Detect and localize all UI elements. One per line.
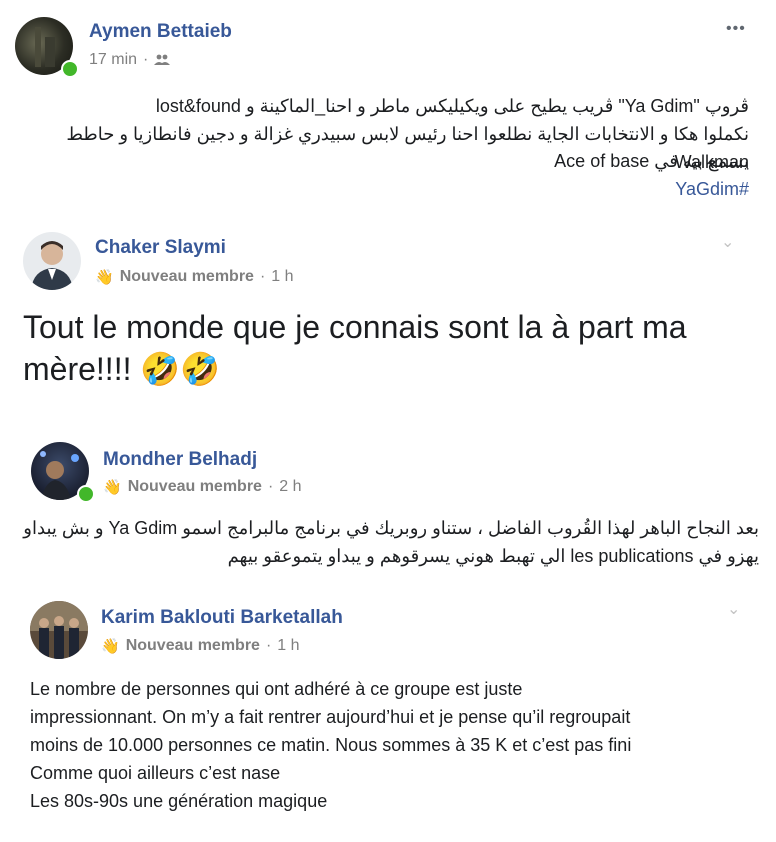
- comment-text-line-3: moins de 10.000 personnes ce matin. Nous…: [30, 735, 632, 755]
- comment-time[interactable]: 2 h: [279, 478, 301, 496]
- laughing-emoji-icon: 🤣🤣: [140, 351, 221, 387]
- chevron-down-icon[interactable]: ⌄: [727, 599, 740, 619]
- post-meta: 17 min ·: [89, 51, 171, 69]
- meta-separator: ·: [265, 637, 272, 654]
- comment-text-line-1: بعد النجاح الباهر لهذا القُروب الفاضل ، …: [23, 518, 759, 538]
- avatar-photo: [31, 241, 73, 290]
- more-options-icon[interactable]: •••: [726, 20, 746, 38]
- wave-hand-icon: 👋: [103, 479, 122, 496]
- comment-text-line-2: يهزو في les publications الي تهبط هوني ي…: [227, 546, 759, 566]
- post-author-name[interactable]: Aymen Bettaieb: [89, 21, 232, 43]
- comment-author-name[interactable]: Karim Baklouti Barketallah: [101, 607, 343, 629]
- comment-time[interactable]: 1 h: [277, 637, 299, 655]
- comment-text-line-2: impressionnant. On m’y a fait rentrer au…: [30, 707, 631, 727]
- meta-separator: ·: [259, 268, 266, 285]
- comment-text-line-5: Les 80s-90s une génération magique: [30, 791, 328, 811]
- comment-meta: 👋 Nouveau membre · 2 h: [103, 478, 302, 496]
- avatar[interactable]: [30, 601, 88, 659]
- post-text-line-3: يسمع بيه في Ace of base: [554, 151, 749, 171]
- online-indicator-icon: [61, 60, 79, 78]
- meta-separator: ·: [267, 478, 274, 495]
- post-time[interactable]: 17 min: [89, 51, 137, 69]
- wave-hand-icon: 👋: [95, 269, 114, 286]
- chevron-down-icon[interactable]: ⌄: [721, 232, 734, 252]
- online-indicator-icon: [77, 485, 95, 503]
- comment-text-line-4: Comme quoi ailleurs c’est nase: [30, 763, 281, 783]
- new-member-badge: Nouveau membre: [119, 268, 254, 285]
- meta-separator: ·: [143, 51, 149, 68]
- new-member-badge: Nouveau membre: [127, 478, 262, 495]
- avatar-photo: [30, 601, 88, 659]
- comment-author-name[interactable]: Chaker Slaymi: [95, 237, 226, 259]
- comment-time[interactable]: 1 h: [271, 268, 293, 286]
- avatar[interactable]: [23, 232, 81, 290]
- comment-text: Tout le monde que je connais sont la à p…: [23, 309, 687, 387]
- group-icon: [154, 54, 171, 65]
- new-member-badge: Nouveau membre: [125, 637, 260, 654]
- comment-text-line-1: Le nombre de personnes qui ont adhéré à …: [30, 679, 523, 699]
- comment-big-text: Tout le monde que je connais sont la à p…: [23, 306, 743, 390]
- post-text-line-1: ڨروپ "Ya Gdim" ڨريب يطيح على ويكيليكس ما…: [155, 96, 749, 116]
- comment-author-name[interactable]: Mondher Belhadj: [103, 449, 257, 471]
- hashtag-link[interactable]: #YaGdim: [20, 175, 749, 203]
- comment-meta: 👋 Nouveau membre · 1 h: [101, 637, 300, 655]
- comment-meta: 👋 Nouveau membre · 1 h: [95, 268, 294, 286]
- wave-hand-icon: 👋: [101, 638, 120, 655]
